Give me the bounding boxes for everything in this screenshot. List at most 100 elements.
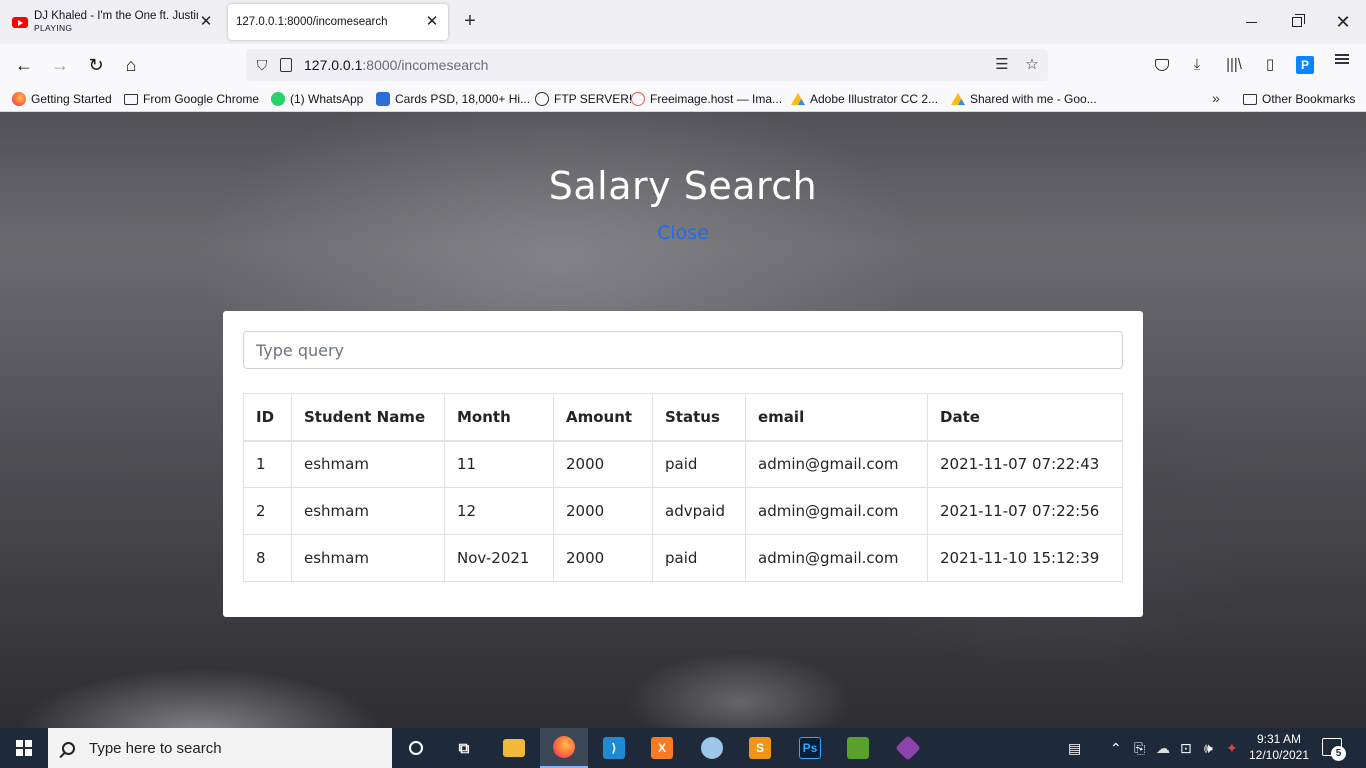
bookmark-star-icon[interactable]: ☆ — [1022, 55, 1042, 75]
taskbar-app-green[interactable] — [834, 728, 882, 768]
taskbar-search[interactable]: Type here to search — [48, 728, 392, 768]
firefox-icon — [12, 92, 26, 106]
network-icon: ⊡ — [1180, 739, 1192, 756]
bookmarks-bar: Getting Started From Google Chrome (1) W… — [0, 86, 1366, 112]
tray-app-button[interactable]: ✦ — [1226, 728, 1238, 768]
cortana-button[interactable] — [392, 728, 440, 768]
reader-view-icon[interactable]: ☰ — [992, 55, 1012, 75]
cell-month: 11 — [444, 440, 554, 488]
downloads-button[interactable]: ⤓ — [1186, 54, 1208, 76]
clock[interactable]: 9:31 AM 12/10/2021 — [1246, 731, 1312, 763]
green-app-icon — [847, 737, 869, 759]
column-header-amount: Amount — [553, 393, 653, 442]
task-view-button[interactable]: ⧉ — [440, 728, 488, 768]
chevron-up-icon: ⌃ — [1110, 739, 1122, 756]
taskbar-firefox[interactable] — [540, 728, 588, 768]
tray-volume-button[interactable]: 🕪 — [1204, 728, 1213, 768]
library-button[interactable]: |||\ — [1223, 54, 1245, 76]
shield-icon[interactable]: ⛉ — [254, 57, 270, 73]
url-bar[interactable]: ⛉ 127.0.0.1:8000/incomesearch ☰ ☆ — [246, 49, 1048, 81]
whatsapp-icon — [271, 92, 285, 106]
tab-title: DJ Khaled - I'm the One ft. Justin — [34, 10, 198, 22]
close-icon: ✕ — [1335, 11, 1351, 32]
cell-id: 2 — [243, 487, 292, 535]
restore-button[interactable] — [1274, 0, 1320, 44]
close-icon[interactable]: ✕ — [424, 14, 440, 30]
salary-table: ID Student Name Month Amount Status emai… — [243, 393, 1123, 582]
forward-button[interactable]: → — [46, 51, 74, 79]
nav-bar: ← → ↻ ⌂ ⛉ 127.0.0.1:8000/incomesearch ☰ … — [0, 44, 1366, 86]
cell-month: 12 — [444, 487, 554, 535]
taskbar-sublime[interactable]: S — [736, 728, 784, 768]
taskbar-photoshop[interactable]: Ps — [786, 728, 834, 768]
sidebar-button[interactable]: ▯ — [1259, 54, 1281, 76]
reload-icon: ↻ — [88, 54, 104, 75]
bookmark-ftp-server[interactable]: FTP SERVER! — [535, 90, 632, 108]
taskbar-xampp[interactable]: X — [638, 728, 686, 768]
tray-app-icon: ✦ — [1226, 739, 1238, 756]
column-header-date: Date — [927, 393, 1123, 442]
chevron-double-right-icon[interactable]: » — [1212, 90, 1220, 106]
pocket-button[interactable] — [1151, 54, 1173, 76]
cell-email: admin@gmail.com — [745, 487, 928, 535]
bookmark-shared-with-me[interactable]: Shared with me - Goo... — [951, 90, 1097, 108]
taskbar-git[interactable] — [884, 728, 932, 768]
extension-button[interactable]: P — [1294, 54, 1316, 76]
tray-network-button[interactable]: ⊡ — [1180, 728, 1192, 768]
bookmark-folder-chrome[interactable]: From Google Chrome — [124, 90, 259, 108]
arrow-left-icon: ← — [15, 54, 33, 75]
start-button[interactable] — [0, 728, 48, 768]
tray-meet-button[interactable]: ⎘ — [1134, 728, 1145, 768]
cell-student-name: eshmam — [291, 440, 445, 488]
menu-button[interactable] — [1331, 54, 1353, 76]
search-input[interactable] — [243, 331, 1123, 369]
cell-student-name: eshmam — [291, 534, 445, 582]
bookmark-cards-psd[interactable]: Cards PSD, 18,000+ Hi... — [376, 90, 530, 108]
window-close-button[interactable]: ✕ — [1320, 0, 1366, 44]
url-text[interactable]: 127.0.0.1:8000/incomesearch — [304, 57, 488, 73]
task-view-icon: ⧉ — [458, 739, 470, 757]
close-icon[interactable]: ✕ — [198, 14, 214, 30]
bookmark-getting-started[interactable]: Getting Started — [12, 90, 112, 108]
cell-amount: 2000 — [553, 440, 653, 488]
windows-logo-icon — [16, 740, 32, 756]
minimize-button[interactable] — [1228, 0, 1274, 44]
tab-playing-label: PLAYING — [34, 23, 73, 33]
home-button[interactable]: ⌂ — [117, 51, 145, 79]
library-icon: |||\ — [1226, 56, 1242, 73]
page-info-icon[interactable] — [280, 58, 292, 72]
bookmark-freeimage[interactable]: Freeimage.host — Ima... — [631, 90, 782, 108]
column-header-student-name: Student Name — [291, 393, 445, 442]
bookmark-other[interactable]: Other Bookmarks — [1243, 90, 1355, 108]
cell-amount: 2000 — [553, 487, 653, 535]
drive-icon — [791, 93, 805, 105]
youtube-icon — [12, 16, 28, 28]
back-button[interactable]: ← — [10, 51, 38, 79]
restore-icon — [1292, 14, 1305, 27]
paint-icon — [701, 737, 723, 759]
cell-status: paid — [652, 440, 746, 488]
cell-date: 2021-11-07 07:22:56 — [927, 487, 1123, 535]
tray-chevron-button[interactable]: ⌃ — [1110, 728, 1122, 768]
reload-button[interactable]: ↻ — [82, 51, 110, 79]
volume-icon: 🕪 — [1204, 739, 1213, 756]
tray-onedrive-button[interactable]: ☁ — [1156, 728, 1170, 768]
new-tab-button[interactable]: + — [460, 10, 480, 34]
cell-student-name: eshmam — [291, 487, 445, 535]
firefox-icon — [553, 736, 575, 758]
pocket-icon — [1155, 59, 1169, 71]
taskbar-paint[interactable] — [688, 728, 736, 768]
camera-icon: ⎘ — [1134, 739, 1146, 756]
tab-youtube[interactable]: DJ Khaled - I'm the One ft. Justin PLAYI… — [8, 4, 220, 40]
taskbar-vscode[interactable]: ⟩ — [590, 728, 638, 768]
news-button[interactable]: ▤ — [1068, 728, 1081, 768]
taskbar-file-explorer[interactable] — [490, 728, 538, 768]
bookmark-illustrator[interactable]: Adobe Illustrator CC 2... — [791, 90, 938, 108]
sublime-icon: S — [749, 737, 771, 759]
taskbar-search-placeholder: Type here to search — [89, 739, 222, 757]
clock-date: 12/10/2021 — [1248, 748, 1310, 762]
tab-incomesearch[interactable]: 127.0.0.1:8000/incomesearch ✕ — [228, 4, 448, 40]
bookmark-whatsapp[interactable]: (1) WhatsApp — [271, 90, 363, 108]
close-link[interactable]: Close — [0, 222, 1366, 244]
folder-icon — [1243, 93, 1257, 105]
